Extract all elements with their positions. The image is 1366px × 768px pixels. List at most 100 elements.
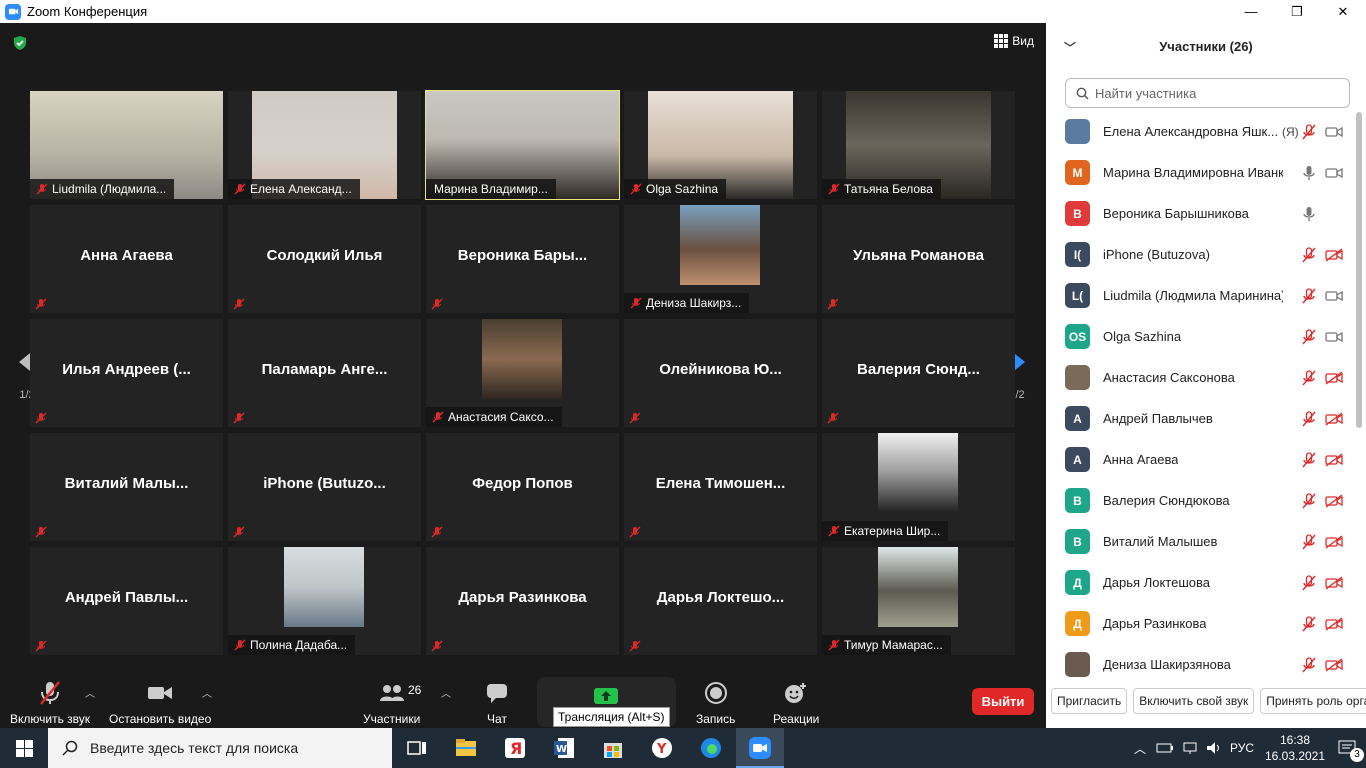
participant-row[interactable]: В Валерия Сюндюкова [1046,480,1356,521]
video-tile[interactable]: Полина Дадаба... [228,547,421,655]
unmute-button[interactable]: Включить звук [10,681,90,726]
mic-icon[interactable] [1302,165,1316,181]
participant-row[interactable]: Анастасия Саксонова [1046,357,1356,398]
participant-row[interactable]: Дениза Шакирзянова [1046,644,1356,685]
video-tile[interactable]: Виталий Малы... [30,433,223,541]
video-tile[interactable]: Андрей Павлы... [30,547,223,655]
network-icon[interactable] [1182,741,1198,755]
mic-muted-icon[interactable] [1302,246,1316,263]
stop-video-button[interactable]: Остановить видео [109,681,211,726]
video-tile[interactable]: Екатерина Шир... [822,433,1015,541]
camera-off-icon[interactable] [1325,534,1343,549]
close-button[interactable]: ✕ [1320,0,1366,23]
mic-muted-icon[interactable] [1302,328,1316,345]
video-options-caret[interactable]: ︿ [202,685,212,700]
video-tile[interactable]: Дарья Локтешо... [624,547,817,655]
file-explorer-icon[interactable] [454,736,478,760]
video-tile[interactable]: Елена Александ... [228,91,421,199]
yandex-icon[interactable]: Y [650,736,674,760]
participant-row[interactable]: В Виталий Малышев [1046,521,1356,562]
camera-icon[interactable] [1325,125,1343,139]
camera-icon[interactable] [1325,330,1343,344]
video-tile[interactable]: Елена Тимошен... [624,433,817,541]
battery-icon[interactable] [1156,742,1174,754]
mic-muted-icon[interactable] [1302,287,1316,304]
participant-row[interactable]: А Анна Агаева [1046,439,1356,480]
video-tile[interactable]: Дарья Разинкова [426,547,619,655]
participant-row[interactable]: OS Olga Sazhina [1046,316,1356,357]
leave-button[interactable]: Выйти [972,688,1034,715]
mic-muted-icon[interactable] [1302,533,1316,550]
video-tile[interactable]: Марина Владимир... [425,90,620,200]
chevron-down-icon[interactable]: ﹀ [1064,39,1076,56]
video-tile[interactable]: Дениза Шакирз... [624,205,817,313]
yandex-browser-icon[interactable]: Я [503,736,527,760]
camera-off-icon[interactable] [1325,493,1343,508]
video-tile[interactable]: Анна Агаева [30,205,223,313]
participant-row[interactable]: L(Liudmila (Людмила Маринина) [1046,275,1356,316]
video-tile[interactable]: Федор Попов [426,433,619,541]
video-tile[interactable]: Олейникова Ю... [624,319,817,427]
zoom-taskbar-button[interactable] [736,728,784,768]
mic-muted-icon[interactable] [1302,492,1316,509]
word-icon[interactable]: W [552,736,576,760]
participant-row[interactable]: I(iPhone (Butuzova) [1046,234,1356,275]
participant-row[interactable]: М Марина Владимировна Иванк... [1046,152,1356,193]
audio-options-caret[interactable]: ︿ [85,685,95,700]
camera-off-icon[interactable] [1325,370,1343,385]
taskbar-search-input[interactable]: Введите здесь текст для поиска [48,728,392,768]
edge-icon[interactable] [699,736,723,760]
video-tile[interactable]: Вероника Бары... [426,205,619,313]
camera-icon[interactable] [1325,166,1343,180]
mic-muted-icon[interactable] [1302,574,1316,591]
participant-row[interactable]: А Андрей Павлычев [1046,398,1356,439]
mic-muted-icon[interactable] [1302,410,1316,427]
camera-off-icon[interactable] [1325,616,1343,631]
camera-off-icon[interactable] [1325,247,1343,262]
participant-row[interactable]: Елена Александровна Яшк... (Я) [1046,111,1356,152]
video-tile[interactable]: Солодкий Илья [228,205,421,313]
video-tile[interactable]: Анастасия Саксо... [426,319,619,427]
camera-off-icon[interactable] [1325,575,1343,590]
store-icon[interactable] [601,736,625,760]
reactions-button[interactable]: Реакции [773,681,819,726]
video-tile[interactable]: Ульяна Романова [822,205,1015,313]
task-view-icon[interactable] [405,736,429,760]
participants-button[interactable]: 26 Участники [363,681,421,726]
camera-off-icon[interactable] [1325,452,1343,467]
maximize-button[interactable]: ❐ [1274,0,1320,23]
participant-row[interactable]: Д Дарья Разинкова [1046,603,1356,644]
video-tile[interactable]: Тимур Мамарас... [822,547,1015,655]
video-tile[interactable]: Илья Андреев (... [30,319,223,427]
camera-icon[interactable] [1325,289,1343,303]
camera-off-icon[interactable] [1325,657,1343,672]
participant-row[interactable]: Д Дарья Локтешова [1046,562,1356,603]
video-tile[interactable]: Валерия Сюнд... [822,319,1015,427]
chat-button[interactable]: Чат [485,681,509,726]
video-tile[interactable]: Liudmila (Людмила... [30,91,223,199]
record-button[interactable]: Запись [696,681,735,726]
mic-muted-icon[interactable] [1302,451,1316,468]
unmute-self-button[interactable]: Включить свой звук [1133,688,1255,714]
shield-icon[interactable] [12,35,28,51]
start-button[interactable] [0,728,48,768]
video-tile[interactable]: Татьяна Белова [822,91,1015,199]
camera-off-icon[interactable] [1325,411,1343,426]
chevron-up-icon[interactable]: ︿ [1134,740,1146,757]
search-participant-input[interactable]: Найти участника [1065,78,1350,108]
volume-icon[interactable] [1206,741,1222,755]
mic-muted-icon[interactable] [1302,123,1316,140]
language-indicator[interactable]: РУС [1230,741,1254,755]
video-tile[interactable]: Olga Sazhina [624,91,817,199]
mic-muted-icon[interactable] [1302,369,1316,386]
participants-scrollbar[interactable] [1356,112,1362,428]
minimize-button[interactable]: — [1228,0,1274,23]
mic-muted-icon[interactable] [1302,656,1316,673]
participants-options-caret[interactable]: ︿ [441,685,451,700]
mic-icon[interactable] [1302,206,1316,222]
invite-button[interactable]: Пригласить [1051,688,1128,714]
notifications-button[interactable]: 3 [1330,728,1366,768]
video-tile[interactable]: Паламарь Анге... [228,319,421,427]
video-tile[interactable]: iPhone (Butuzo... [228,433,421,541]
participant-row[interactable]: В Вероника Барышникова [1046,193,1356,234]
